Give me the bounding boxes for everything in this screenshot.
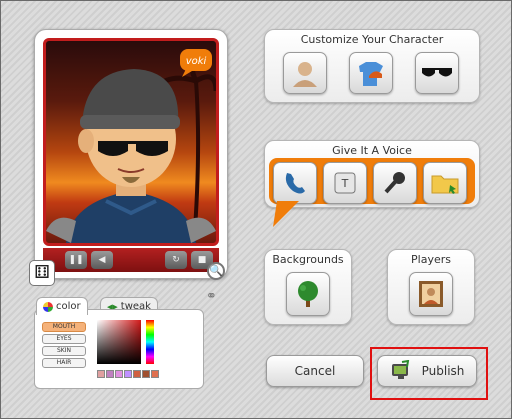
swatch[interactable] <box>106 370 114 378</box>
random-dice-icon[interactable]: ⚅ <box>29 260 55 286</box>
text-voice-button[interactable]: T <box>323 162 367 204</box>
cancel-button[interactable]: Cancel <box>266 355 364 387</box>
players-title: Players <box>411 253 451 266</box>
keyboard-key-icon: T <box>334 172 356 194</box>
publish-label: Publish <box>421 364 465 378</box>
customize-title: Customize Your Character <box>300 33 444 46</box>
mic-voice-button[interactable] <box>373 162 417 204</box>
character-preview: voki ❚❚ ◀ ↻ ■ ⚅ 🔍 <box>29 29 228 286</box>
upload-voice-button[interactable] <box>423 162 467 204</box>
voki-logo: voki <box>186 56 207 67</box>
sunglasses-icon <box>422 68 452 77</box>
hue-slider[interactable] <box>146 320 154 364</box>
swatch[interactable] <box>151 370 159 378</box>
swatch[interactable] <box>115 370 123 378</box>
swatch[interactable] <box>142 370 150 378</box>
part-mouth-button[interactable]: MOUTH <box>42 322 86 332</box>
players-panel: Players <box>387 249 475 325</box>
link-icon[interactable]: ⚭ <box>206 290 224 304</box>
person-icon <box>293 62 317 87</box>
head-button[interactable] <box>283 52 327 94</box>
part-hair-button[interactable]: HAIR <box>42 358 86 368</box>
app-frame: voki ❚❚ ◀ ↻ ■ ⚅ 🔍 ⚭ color ◀▶ tweak MOUTH… <box>0 0 512 419</box>
color-wheel-icon <box>43 301 53 312</box>
speech-tail-icon <box>273 201 299 227</box>
picture-frame-icon <box>419 281 443 307</box>
color-panel: MOUTH EYES SKIN HAIR <box>34 309 204 389</box>
volume-button[interactable]: ◀ <box>91 251 113 269</box>
clothing-button[interactable] <box>349 52 393 94</box>
voice-title: Give It A Voice <box>332 144 412 157</box>
color-picker-gradient[interactable] <box>97 320 141 364</box>
backgrounds-title: Backgrounds <box>272 253 344 266</box>
rewind-button[interactable]: ↻ <box>165 251 187 269</box>
publish-button[interactable]: Publish <box>377 355 477 387</box>
phone-icon <box>285 173 305 194</box>
swatch[interactable] <box>97 370 105 378</box>
customize-panel: Customize Your Character <box>264 29 480 103</box>
tab-color[interactable]: color <box>36 297 88 315</box>
part-skin-button[interactable]: SKIN <box>42 346 86 356</box>
phone-voice-button[interactable] <box>273 162 317 204</box>
play-button[interactable]: ❚❚ <box>65 251 87 269</box>
tree-icon <box>298 281 318 307</box>
publish-monitor-icon <box>391 360 409 379</box>
svg-text:T: T <box>341 177 349 190</box>
backgrounds-button[interactable] <box>286 272 330 316</box>
folder-icon <box>431 175 459 194</box>
swatch[interactable] <box>124 370 132 378</box>
microphone-icon <box>384 172 405 194</box>
playback-controls: ❚❚ ◀ ↻ ■ <box>43 248 219 272</box>
zoom-icon[interactable]: 🔍 <box>207 262 225 280</box>
character-avatar: voki <box>46 48 216 243</box>
players-button[interactable] <box>409 272 453 316</box>
part-eyes-button[interactable]: EYES <box>42 334 86 344</box>
backgrounds-panel: Backgrounds <box>264 249 352 325</box>
shirt-cap-icon <box>359 62 383 86</box>
voice-panel: Give It A Voice T <box>264 140 480 208</box>
swatch[interactable] <box>133 370 141 378</box>
accessories-button[interactable] <box>415 52 459 94</box>
tab-color-label: color <box>56 301 81 312</box>
character-stage: voki <box>43 38 219 246</box>
swatch-row <box>97 370 159 378</box>
